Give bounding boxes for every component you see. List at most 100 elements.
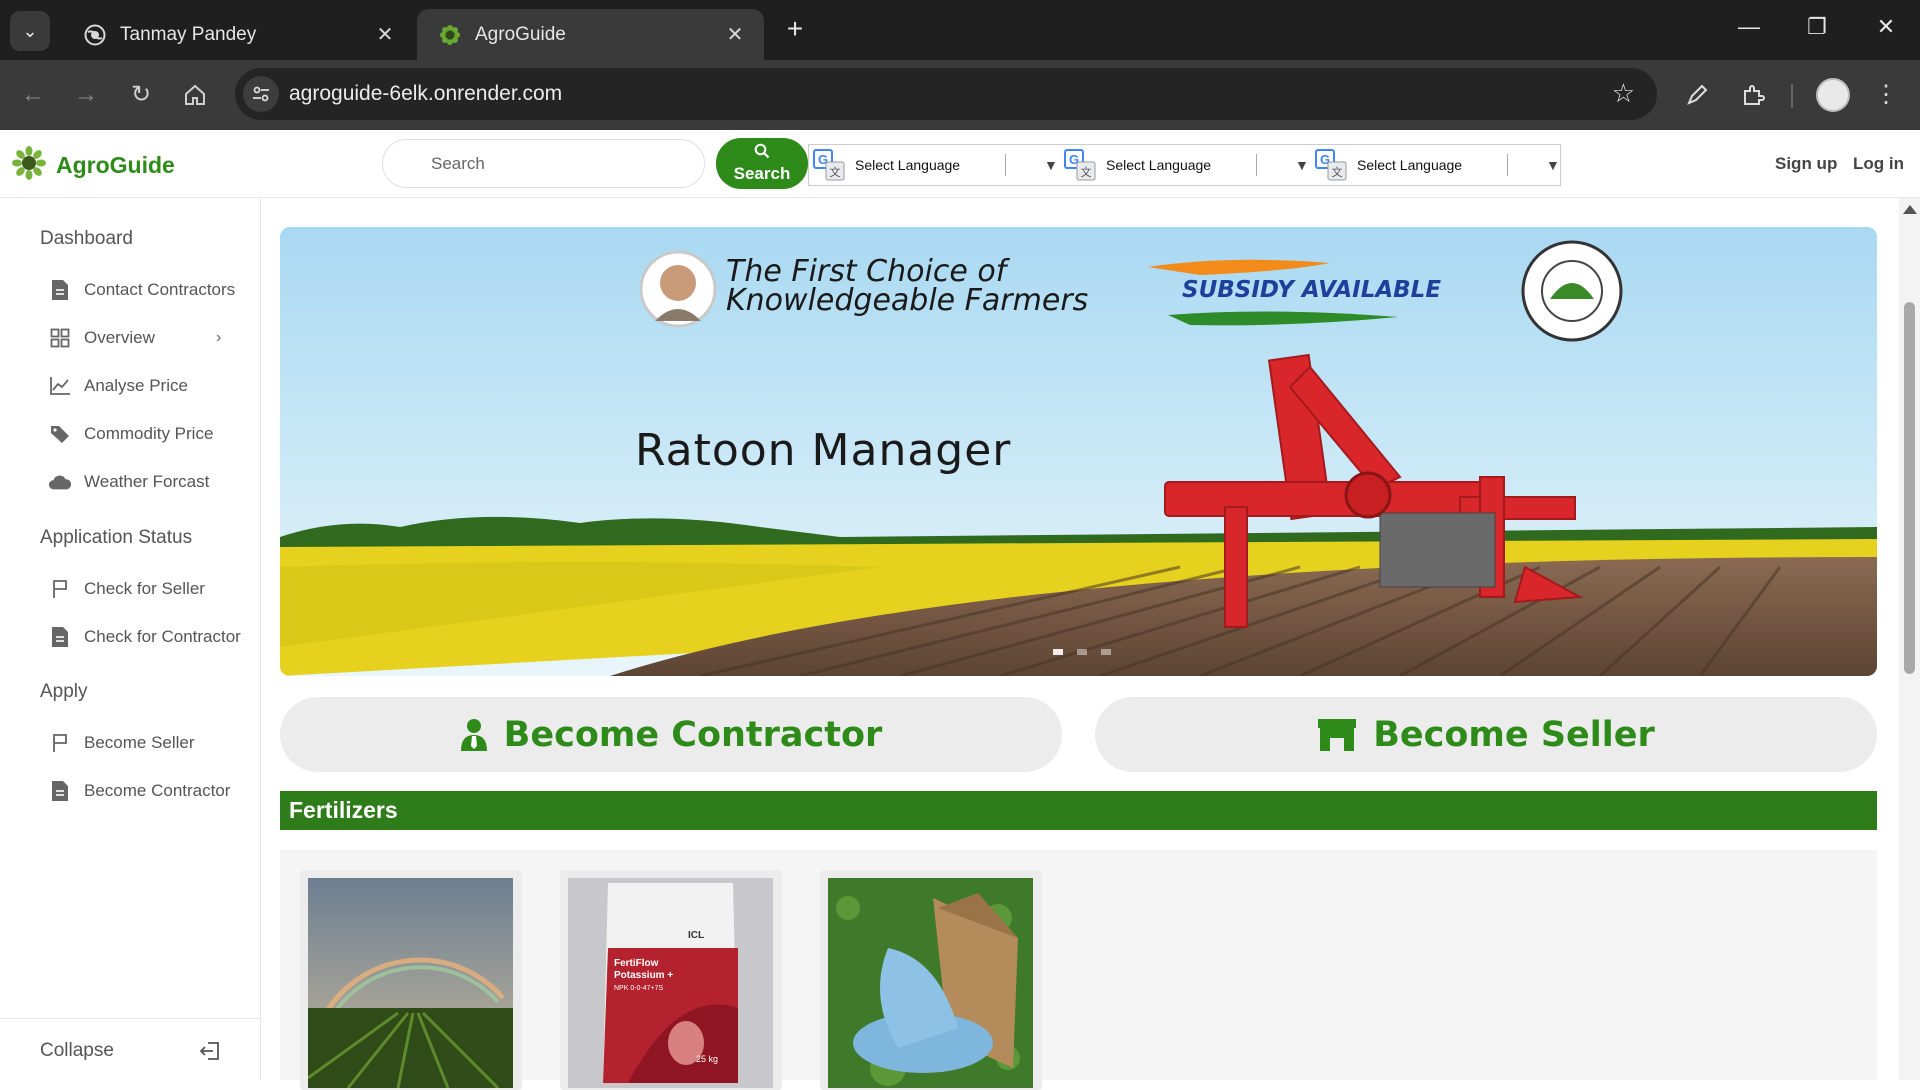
- flag-icon: [48, 577, 72, 601]
- search-button[interactable]: Search: [716, 138, 808, 189]
- product-card[interactable]: [820, 870, 1042, 1090]
- hero-banner-carousel[interactable]: The First Choice of Knowledgeable Farmer…: [280, 227, 1877, 676]
- dropdown-arrow-icon: ▼: [1546, 157, 1560, 173]
- sidebar-group-application-status: Application Status: [40, 527, 193, 548]
- window-close-icon[interactable]: ✕: [1866, 14, 1906, 40]
- pen-icon[interactable]: [1679, 77, 1715, 113]
- login-link[interactable]: Log in: [1853, 154, 1904, 174]
- product-brand: ICL: [688, 930, 705, 941]
- extensions-puzzle-icon[interactable]: [1735, 77, 1771, 113]
- banner-product-title: Ratoon Manager: [635, 425, 1012, 476]
- browser-tab-1[interactable]: Tanmay Pandey ✕: [62, 9, 414, 60]
- back-arrow-icon[interactable]: ←: [15, 77, 51, 113]
- new-tab-button[interactable]: +: [778, 13, 812, 47]
- carousel-dot[interactable]: [1077, 649, 1087, 655]
- scroll-up-arrow-icon[interactable]: [1903, 205, 1917, 214]
- collapse-label: Collapse: [40, 1040, 114, 1061]
- grid-icon: [48, 326, 72, 350]
- globe-icon: [84, 24, 106, 46]
- dropdown-arrow-icon: ▼: [1044, 157, 1058, 173]
- brand-logo[interactable]: AgroGuide: [12, 146, 175, 185]
- banner-tagline: The First Choice of Knowledgeable Farmer…: [726, 257, 1088, 316]
- sidebar-item-become-seller[interactable]: Become Seller: [48, 728, 195, 758]
- kebab-menu-icon[interactable]: ⋮: [1868, 77, 1904, 113]
- collapse-icon: [199, 1042, 219, 1060]
- page-scrollbar[interactable]: [1899, 198, 1920, 1080]
- tab-search-button[interactable]: ⌄: [10, 11, 50, 51]
- profile-avatar[interactable]: [1816, 78, 1850, 112]
- product-npk: NPK 0-0-47+7S: [614, 985, 664, 992]
- google-translate-icon: G文: [813, 149, 845, 181]
- browser-tab-2[interactable]: AgroGuide ✕: [417, 9, 764, 60]
- flag-icon: [48, 731, 72, 755]
- collapse-sidebar-button[interactable]: Collapse: [0, 1018, 261, 1080]
- product-grid: ICL FertiFlow Potassium + NPK 0-0-47+7S …: [280, 850, 1877, 1090]
- become-contractor-label: Become Contractor: [503, 714, 883, 755]
- reload-icon[interactable]: ↻: [123, 77, 159, 113]
- fertilizer-sack-image: [828, 878, 1033, 1088]
- language-select-label: Select Language: [1106, 157, 1212, 173]
- site-header: AgroGuide Search G文 Select Language ▼ G文…: [0, 130, 1920, 198]
- sidebar-item-label: Become Seller: [84, 733, 195, 752]
- sidebar-item-check-for-contractor[interactable]: Check for Contractor: [48, 622, 241, 652]
- close-icon[interactable]: ✕: [374, 22, 396, 47]
- brand-name: AgroGuide: [56, 152, 175, 178]
- select-separator: [1256, 154, 1257, 176]
- forward-arrow-icon[interactable]: →: [68, 77, 104, 113]
- tab-title: Tanmay Pandey: [120, 23, 257, 45]
- language-select-1[interactable]: G文 Select Language ▼: [809, 145, 1059, 185]
- language-select-2[interactable]: G文 Select Language ▼: [1060, 145, 1310, 185]
- product-card[interactable]: [300, 870, 522, 1090]
- sidebar-item-contact-contractors[interactable]: Contact Contractors: [48, 275, 235, 305]
- restore-icon[interactable]: ❐: [1797, 14, 1837, 40]
- minimize-icon[interactable]: —: [1729, 14, 1769, 40]
- sidebar-group-dashboard: Dashboard: [40, 228, 133, 249]
- carousel-dot-active[interactable]: [1053, 649, 1063, 655]
- sidebar-item-analyse-price[interactable]: Analyse Price: [48, 371, 188, 401]
- user-tie-icon: [460, 718, 488, 752]
- url-text: agroguide-6elk.onrender.com: [289, 82, 563, 105]
- document-icon: [48, 779, 72, 803]
- language-selectors: G文 Select Language ▼ G文 Select Language …: [808, 144, 1561, 186]
- sidebar-item-become-contractor[interactable]: Become Contractor: [48, 776, 230, 806]
- search-input[interactable]: [382, 139, 705, 188]
- subsidy-label: SUBSIDY AVAILABLE: [1182, 277, 1442, 303]
- store-icon: [1317, 718, 1357, 752]
- close-icon[interactable]: ✕: [724, 22, 746, 47]
- google-translate-icon: G文: [1064, 149, 1096, 181]
- rainbow-field-image: [308, 878, 513, 1088]
- scrollbar-thumb[interactable]: [1904, 302, 1915, 674]
- sidebar-item-check-for-seller[interactable]: Check for Seller: [48, 574, 205, 604]
- tag-icon: [48, 422, 72, 446]
- bookmark-star-icon[interactable]: ☆: [1612, 78, 1635, 109]
- chevron-right-icon: ›: [216, 329, 222, 346]
- language-select-3[interactable]: G文 Select Language ▼: [1311, 145, 1561, 185]
- become-contractor-button[interactable]: Become Contractor: [280, 697, 1062, 772]
- product-card[interactable]: ICL FertiFlow Potassium + NPK 0-0-47+7S …: [560, 870, 782, 1090]
- carousel-dot[interactable]: [1101, 649, 1111, 655]
- home-icon[interactable]: [177, 77, 213, 113]
- sidebar-item-label: Analyse Price: [84, 376, 188, 395]
- sunflower-logo-icon: [12, 146, 46, 185]
- line-chart-icon: [48, 374, 72, 398]
- cloud-icon: [48, 470, 72, 494]
- signup-link[interactable]: Sign up: [1775, 154, 1837, 174]
- product-weight: 25 kg: [696, 1054, 719, 1064]
- become-seller-button[interactable]: Become Seller: [1095, 697, 1877, 772]
- svg-text:文: 文: [830, 165, 841, 179]
- carousel-indicators: [1053, 649, 1111, 655]
- sidebar-item-overview[interactable]: Overview ›: [48, 323, 238, 353]
- address-bar[interactable]: agroguide-6elk.onrender.com ☆: [235, 68, 1657, 120]
- tab-title: AgroGuide: [475, 23, 566, 45]
- site-settings-icon[interactable]: [243, 76, 279, 112]
- sidebar-item-weather-forcast[interactable]: Weather Forcast: [48, 467, 209, 497]
- web-page: AgroGuide Search G文 Select Language ▼ G文…: [0, 130, 1920, 1090]
- section-title-fertilizers: Fertilizers: [280, 791, 1877, 830]
- select-separator: [1507, 154, 1508, 176]
- language-select-label: Select Language: [1357, 157, 1463, 173]
- sidebar-item-label: Check for Contractor: [84, 627, 241, 646]
- language-select-label: Select Language: [855, 157, 961, 173]
- sidebar-item-label: Become Contractor: [84, 781, 231, 800]
- sidebar-item-commodity-price[interactable]: Commodity Price: [48, 419, 213, 449]
- search-icon: [716, 143, 808, 164]
